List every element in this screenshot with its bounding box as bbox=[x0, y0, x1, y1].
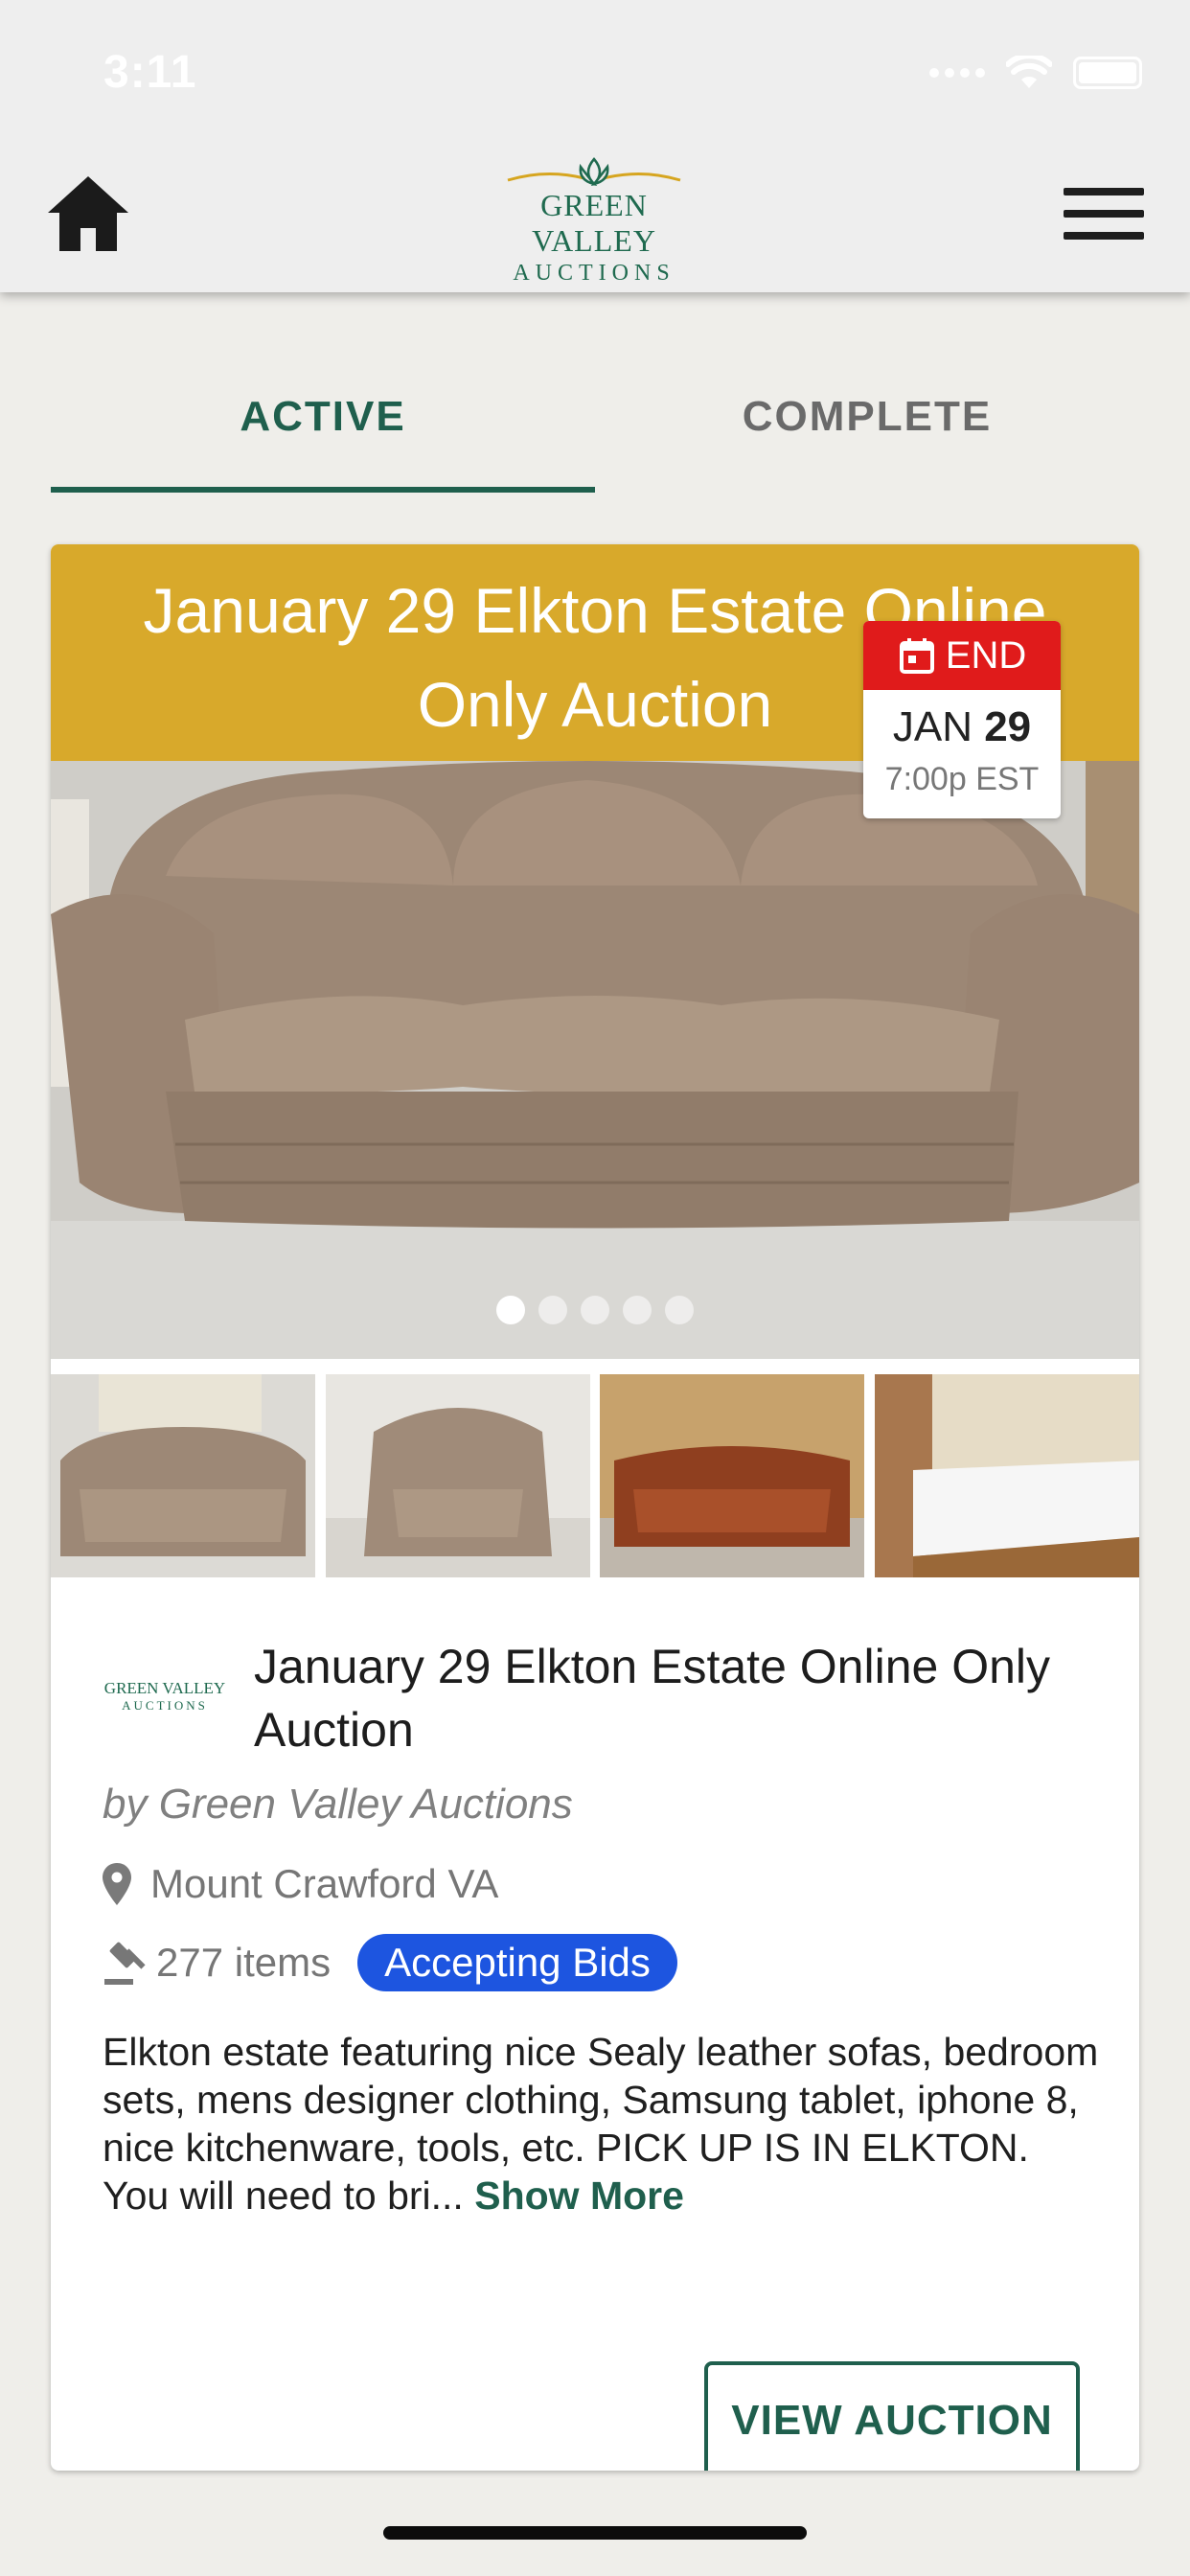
thumbnail-brown-sofa[interactable] bbox=[600, 1374, 865, 1577]
status-icons bbox=[929, 56, 1142, 90]
end-label: END bbox=[945, 633, 1027, 677]
menu-icon-bar bbox=[1064, 232, 1144, 240]
tab-complete[interactable]: COMPLETE bbox=[595, 364, 1139, 493]
carousel-pagination bbox=[51, 1296, 1139, 1324]
active-tab-indicator bbox=[51, 487, 595, 493]
auction-description: Elkton estate featuring nice Sealy leath… bbox=[103, 2028, 1099, 2220]
seller-name: by Green Valley Auctions bbox=[103, 1781, 573, 1828]
view-auction-button[interactable]: VIEW AUCTION bbox=[704, 2361, 1080, 2471]
end-badge-header: END bbox=[863, 621, 1061, 690]
show-more-link[interactable]: Show More bbox=[474, 2174, 684, 2218]
thumbnail-armchair[interactable] bbox=[325, 1374, 591, 1577]
carousel-dot[interactable] bbox=[496, 1296, 525, 1324]
carousel-dot[interactable] bbox=[581, 1296, 609, 1324]
carousel-dot[interactable] bbox=[665, 1296, 694, 1324]
logo-text-secondary: AUCTIONS bbox=[513, 261, 675, 286]
items-count: 277 items bbox=[156, 1940, 332, 1985]
menu-icon-bar bbox=[1064, 188, 1144, 196]
location-pin-icon bbox=[103, 1863, 131, 1905]
location-row: Mount Crawford VA bbox=[103, 1861, 498, 1907]
end-time: 7:00p EST bbox=[884, 761, 1040, 797]
end-month: JAN bbox=[892, 703, 973, 750]
end-day: 29 bbox=[984, 703, 1032, 750]
home-button[interactable] bbox=[42, 172, 134, 255]
status-badge: Accepting Bids bbox=[357, 1934, 677, 1991]
hero-image-carousel[interactable] bbox=[51, 761, 1139, 1359]
seller-logo-text-primary: GREEN VALLEY bbox=[103, 1679, 226, 1697]
status-time: 3:11 bbox=[103, 47, 197, 98]
auction-card[interactable]: January 29 Elkton Estate Online Only Auc… bbox=[51, 544, 1139, 2471]
thumbnail-bed[interactable] bbox=[874, 1374, 1140, 1577]
location-text: Mount Crawford VA bbox=[150, 1861, 499, 1906]
carousel-dot[interactable] bbox=[623, 1296, 652, 1324]
carousel-dot[interactable] bbox=[538, 1296, 567, 1324]
thumbnail-strip bbox=[51, 1374, 1139, 1577]
hero-sofa-image bbox=[51, 761, 1139, 1359]
home-icon bbox=[48, 176, 128, 251]
gavel-icon bbox=[104, 1942, 146, 1985]
end-date-badge: END JAN 29 7:00p EST bbox=[863, 621, 1061, 818]
hamburger-menu-button[interactable] bbox=[1064, 188, 1144, 245]
logo-text-primary: GREEN VALLEY bbox=[532, 188, 656, 258]
auction-title[interactable]: January 29 Elkton Estate Online Only Auc… bbox=[254, 1635, 1097, 1761]
menu-icon-bar bbox=[1064, 210, 1144, 218]
green-valley-logo[interactable]: GREEN VALLEY AUCTIONS bbox=[479, 153, 709, 286]
cellular-signal-icon bbox=[929, 68, 985, 78]
seller-logo: GREEN VALLEY AUCTIONS bbox=[103, 1658, 227, 1735]
lotus-logo-icon bbox=[507, 157, 681, 187]
calendar-icon bbox=[899, 638, 934, 674]
app-header: 3:11 GREEN VALLEY AUCTIONS bbox=[0, 0, 1190, 292]
battery-icon bbox=[1073, 57, 1142, 89]
end-date: JAN 29 bbox=[863, 703, 1061, 751]
auction-tabs: ACTIVE COMPLETE bbox=[51, 364, 1139, 493]
wifi-icon bbox=[1006, 56, 1052, 88]
home-indicator[interactable] bbox=[383, 2526, 807, 2540]
thumbnail-taupe-sofa[interactable] bbox=[51, 1374, 316, 1577]
items-status-row: 277 items Accepting Bids bbox=[103, 1934, 677, 1991]
tab-active[interactable]: ACTIVE bbox=[51, 364, 595, 493]
auction-details: GREEN VALLEY AUCTIONS January 29 Elkton … bbox=[51, 1577, 1139, 2471]
seller-logo-text-secondary: AUCTIONS bbox=[122, 1698, 208, 1713]
